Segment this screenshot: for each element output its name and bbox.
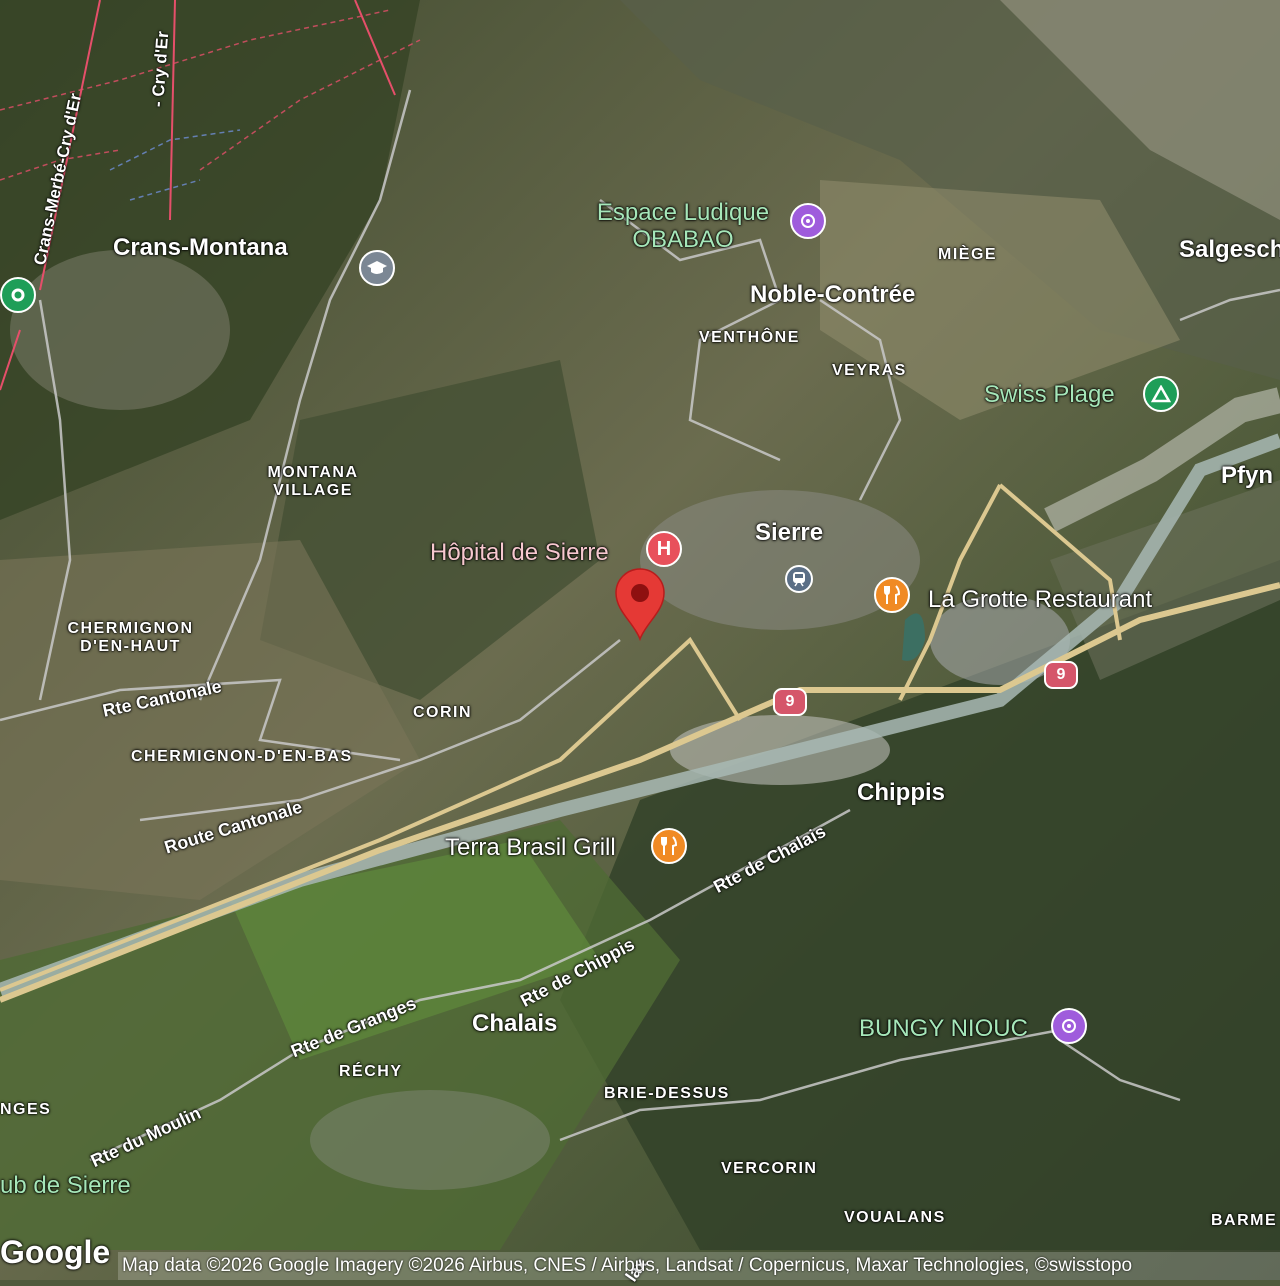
google-logo[interactable]: Google — [0, 1234, 110, 1271]
chalais-urban — [310, 1090, 550, 1190]
village-label-brie-dessus[interactable]: BRIE-DESSUS — [604, 1085, 730, 1103]
train-icon[interactable] — [785, 565, 813, 593]
poi-label-golf-club[interactable]: ub de Sierre — [0, 1172, 131, 1200]
hospital-icon[interactable]: H — [646, 531, 682, 567]
village-label-vercorin[interactable]: VERCORIN — [721, 1160, 817, 1178]
park-icon[interactable] — [0, 277, 36, 313]
village-label-granges[interactable]: NGES — [0, 1101, 51, 1119]
poi-label-swiss-plage[interactable]: Swiss Plage — [984, 381, 1115, 409]
village-label-veyras[interactable]: VEYRAS — [832, 362, 907, 380]
poi-label-espace-ludique-text: Espace Ludique OBABAO — [596, 199, 770, 253]
hospital-glyph: H — [656, 537, 672, 560]
town-label-salgesch[interactable]: Salgesch — [1179, 236, 1280, 264]
town-label-chippis[interactable]: Chippis — [857, 779, 945, 807]
town-label-noble-contree[interactable]: Noble-Contrée — [750, 281, 915, 309]
village-label-chermignon-bas[interactable]: CHERMIGNON-D'EN-BAS — [131, 748, 353, 766]
town-label-pfyn[interactable]: Pfyn — [1221, 462, 1273, 490]
school-icon[interactable] — [359, 250, 395, 286]
poi-label-bungy[interactable]: BUNGY NIOUC — [859, 1015, 1028, 1043]
sierre-urban — [640, 490, 920, 630]
town-label-chalais[interactable]: Chalais — [472, 1010, 557, 1038]
village-label-montana-village[interactable]: MONTANA VILLAGE — [258, 464, 368, 500]
highway-shield-9[interactable]: 9 — [773, 688, 807, 716]
village-label-venthone[interactable]: VENTHÔNE — [699, 329, 800, 347]
poi-label-terra-brasil[interactable]: Terra Brasil Grill — [445, 834, 616, 862]
poi-label-espace-ludique[interactable]: Espace Ludique OBABAO — [583, 199, 783, 253]
highway-shield-9-east[interactable]: 9 — [1044, 661, 1078, 689]
poi-label-la-grotte[interactable]: La Grotte Restaurant — [928, 586, 1152, 614]
activity-icon[interactable] — [1051, 1008, 1087, 1044]
town-label-crans-montana[interactable]: Crans-Montana — [113, 234, 288, 262]
village-label-voualans[interactable]: VOUALANS — [844, 1209, 946, 1227]
restaurant-icon[interactable] — [874, 577, 910, 613]
village-label-chermignon-haut[interactable]: CHERMIGNON D'EN-HAUT — [58, 620, 203, 656]
village-label-corin[interactable]: CORIN — [413, 704, 472, 722]
village-label-rechy[interactable]: RÉCHY — [339, 1063, 403, 1081]
poi-label-hopital[interactable]: Hôpital de Sierre — [430, 539, 609, 567]
town-label-sierre[interactable]: Sierre — [755, 519, 823, 547]
location-marker-icon[interactable] — [614, 567, 666, 641]
activity-icon[interactable] — [790, 203, 826, 239]
restaurant-icon[interactable] — [651, 828, 687, 864]
campground-icon[interactable] — [1143, 376, 1179, 412]
map-attribution[interactable]: Map data ©2026 Google Imagery ©2026 Airb… — [118, 1252, 1280, 1280]
village-label-miege[interactable]: MIÈGE — [938, 246, 997, 264]
village-label-barmes[interactable]: BARME — [1211, 1212, 1277, 1230]
